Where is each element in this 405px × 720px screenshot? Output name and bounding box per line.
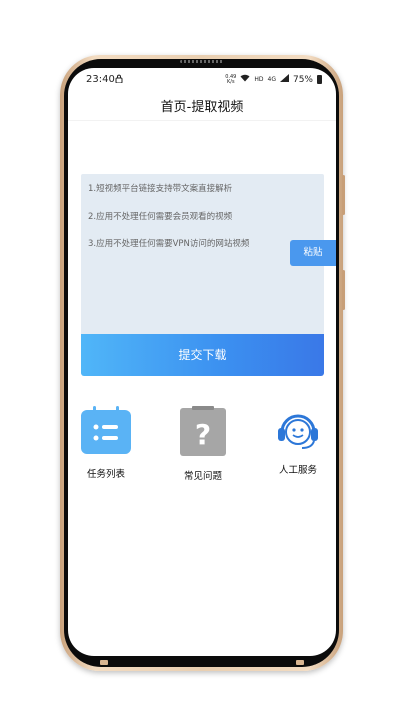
lock-icon: [115, 74, 123, 86]
feature-label: 常见问题: [183, 471, 222, 482]
customer-service-icon: [268, 408, 328, 456]
header-divider: [68, 120, 336, 121]
input-hint: 2.应用不处理任何需要会员观看的视频: [88, 212, 233, 222]
svg-text:?: ?: [195, 418, 211, 451]
earpiece: [180, 60, 224, 63]
paste-button[interactable]: 粘贴: [290, 240, 336, 266]
network-speed: 0.49 K/s: [225, 74, 236, 85]
link-input[interactable]: 1.短视频平台链接支持带文案直接解析 2.应用不处理任何需要会员观看的视频 3.…: [81, 174, 324, 336]
input-hint: 1.短视频平台链接支持带文案直接解析: [88, 184, 233, 194]
wifi-icon: [240, 74, 250, 85]
feature-label: 人工服务: [278, 465, 317, 476]
input-hint: 3.应用不处理任何需要VPN访问的网站视频: [88, 239, 250, 249]
faq-icon: ?: [175, 406, 231, 460]
frame-notch: [100, 660, 108, 665]
status-icons: 0.49 K/s HD 4G 75%: [225, 74, 322, 85]
battery-percent: 75%: [292, 74, 313, 85]
status-bar: 23:40 0.49 K/s HD 4G 75%: [68, 68, 336, 92]
frame-notch: [296, 660, 304, 665]
feature-faq[interactable]: ? 常见问题: [175, 406, 231, 482]
hd-badge: HD: [254, 76, 264, 83]
side-button: [342, 175, 345, 215]
task-list-icon: [78, 406, 134, 458]
status-time: 23:40: [86, 74, 115, 85]
signal-icon: [279, 74, 289, 85]
app-screen: 23:40 0.49 K/s HD 4G 75% 首页-提取视频 1.短视频平台…: [68, 68, 336, 656]
battery-icon: [317, 75, 322, 84]
feature-label: 任务列表: [86, 469, 125, 480]
page-title: 首页-提取视频: [160, 100, 244, 115]
side-button: [342, 270, 345, 310]
feature-customer-service[interactable]: 人工服务: [268, 408, 328, 476]
network-speed-unit: K/s: [227, 78, 235, 85]
feature-task-list[interactable]: 任务列表: [78, 406, 134, 480]
network-type: 4G: [267, 76, 276, 83]
submit-download-button[interactable]: 提交下载: [81, 334, 324, 376]
